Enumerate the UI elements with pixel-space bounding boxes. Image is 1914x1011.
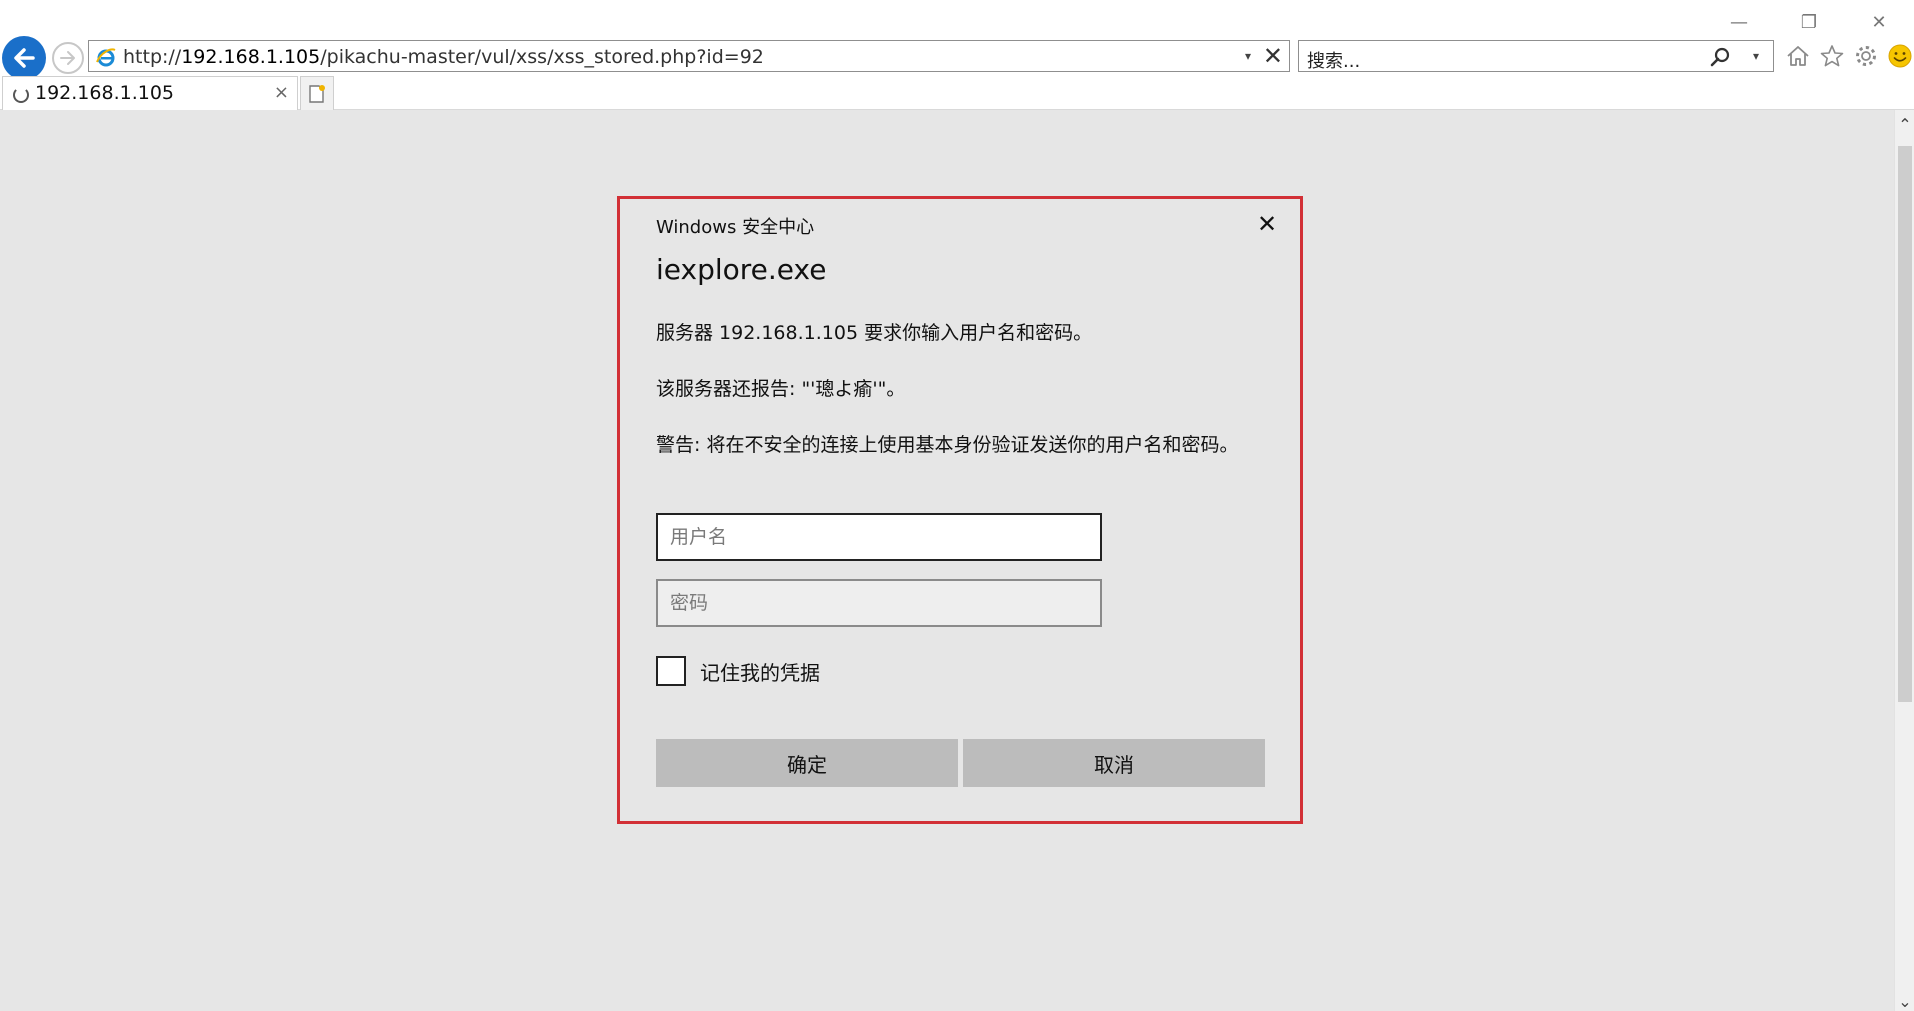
server-message: 服务器 192.168.1.105 要求你输入用户名和密码。 (656, 322, 1093, 344)
dialog-title: iexplore.exe (656, 253, 827, 286)
loading-spinner-icon (13, 87, 29, 103)
internet-explorer-icon (96, 48, 116, 67)
cancel-button[interactable]: 取消 (963, 739, 1265, 787)
forward-button[interactable] (52, 42, 84, 74)
remember-credentials-row[interactable]: 记住我的凭据 (656, 655, 820, 687)
tab-active[interactable]: 192.168.1.105 × (2, 76, 298, 110)
url-host: 192.168.1.105 (181, 46, 321, 68)
scroll-down-button[interactable]: ⌄ (1895, 991, 1914, 1011)
new-tab-button[interactable] (300, 76, 334, 110)
gear-icon (1856, 46, 1876, 66)
address-url: http://192.168.1.105/pikachu-master/vul/… (123, 46, 764, 68)
new-tab-icon (309, 84, 325, 103)
close-window-button[interactable]: ✕ (1844, 8, 1914, 36)
favorites-button[interactable] (1818, 42, 1846, 70)
search-box[interactable]: 搜索... ▾ (1298, 40, 1774, 72)
search-dropdown-icon[interactable]: ▾ (1753, 49, 1759, 63)
dialog-caption: Windows 安全中心 (656, 217, 815, 238)
tab-strip: 192.168.1.105 × (0, 76, 1914, 110)
server-report-message: 该服务器还报告: "'璁よ瘉'"。 (656, 378, 906, 400)
back-arrow-icon (14, 48, 35, 68)
warning-message: 警告: 将在不安全的连接上使用基本身份验证发送你的用户名和密码。 (656, 434, 1239, 456)
windows-security-dialog: Windows 安全中心 ✕ iexplore.exe 服务器 192.168.… (617, 196, 1303, 824)
search-icon[interactable] (1709, 46, 1731, 68)
dialog-close-button[interactable]: ✕ (1252, 209, 1282, 239)
remember-credentials-checkbox[interactable] (656, 656, 686, 686)
username-input[interactable] (656, 513, 1102, 561)
ok-button[interactable]: 确定 (656, 739, 958, 787)
home-button[interactable] (1784, 42, 1812, 70)
scroll-thumb[interactable] (1898, 146, 1912, 702)
url-path: /pikachu-master/vul/xss/xss_stored.php?i… (320, 46, 764, 68)
minimize-button[interactable]: — (1704, 8, 1774, 36)
tools-button[interactable] (1852, 42, 1880, 70)
feedback-button[interactable] (1886, 42, 1914, 70)
navigation-bar: http://192.168.1.105/pikachu-master/vul/… (0, 34, 1914, 80)
tab-close-button[interactable]: × (274, 82, 289, 103)
home-icon (1787, 46, 1809, 66)
smiley-icon (1888, 44, 1912, 68)
vertical-scrollbar[interactable]: ⌃ ⌄ (1894, 110, 1914, 1011)
window-controls: — ❐ ✕ (1704, 8, 1914, 36)
search-placeholder: 搜索... (1307, 51, 1361, 72)
remember-credentials-label[interactable]: 记住我的凭据 (700, 657, 820, 686)
tab-title: 192.168.1.105 (35, 82, 175, 104)
address-bar[interactable]: http://192.168.1.105/pikachu-master/vul/… (88, 40, 1290, 72)
url-scheme: http:// (123, 46, 182, 68)
back-button[interactable] (2, 36, 46, 80)
scroll-up-button[interactable]: ⌃ (1895, 114, 1914, 134)
star-icon (1820, 45, 1844, 67)
restore-button[interactable]: ❐ (1774, 8, 1844, 36)
address-dropdown-icon[interactable]: ▾ (1245, 49, 1251, 63)
toolbar-icons (1784, 40, 1914, 72)
forward-arrow-icon (60, 51, 75, 65)
browser-chrome: — ❐ ✕ http://192.168.1.105/pikachu-maste… (0, 0, 1914, 110)
password-input[interactable] (656, 579, 1102, 627)
stop-loading-button[interactable]: ✕ (1263, 42, 1283, 70)
